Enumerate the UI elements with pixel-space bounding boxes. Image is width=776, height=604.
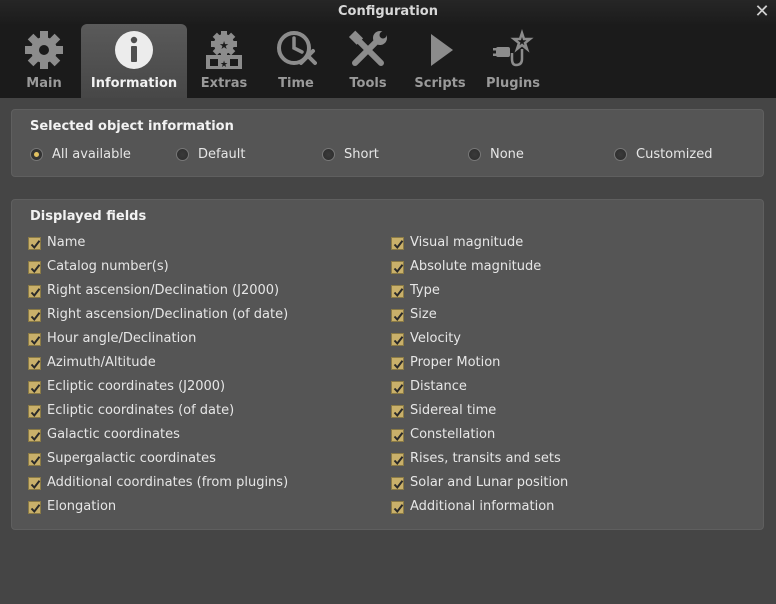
radio-indicator — [30, 148, 43, 161]
tab-label: Tools — [349, 76, 387, 91]
checkbox-label: Azimuth/Altitude — [47, 355, 156, 370]
checkbox-label: Velocity — [410, 331, 461, 346]
checkbox-indicator — [28, 333, 41, 346]
checkbox-label: Additional information — [410, 499, 555, 514]
checkbox-indicator — [391, 405, 404, 418]
clock-icon — [277, 31, 317, 65]
checkbox-label: Hour angle/Declination — [47, 331, 197, 346]
plugin-icon — [493, 29, 534, 67]
play-icon — [431, 34, 453, 66]
tab-label: Main — [26, 76, 62, 91]
checkbox-indicator — [391, 429, 404, 442]
checkbox-label: Supergalactic coordinates — [47, 451, 216, 466]
radio-label: Default — [198, 147, 246, 162]
close-icon[interactable]: ✕ — [752, 2, 772, 22]
checkbox-indicator — [28, 237, 41, 250]
checkbox-label: Proper Motion — [410, 355, 501, 370]
checkbox-label: Constellation — [410, 427, 496, 442]
checkbox-label: Rises, transits and sets — [410, 451, 561, 466]
radio-label: All available — [52, 147, 131, 162]
checkbox-label: Ecliptic coordinates (J2000) — [47, 379, 226, 394]
tab-time[interactable]: Time — [262, 24, 330, 98]
checkbox-indicator — [391, 381, 404, 394]
radio-indicator — [468, 148, 481, 161]
tab-tools[interactable]: Tools — [334, 24, 402, 98]
selected-info-title: Selected object information — [30, 119, 234, 134]
checkbox-indicator — [28, 405, 41, 418]
checkbox-label: Right ascension/Declination (of date) — [47, 307, 289, 322]
checkbox-indicator — [28, 285, 41, 298]
checkbox-indicator — [28, 453, 41, 466]
displayed-fields-group: Displayed fields Name Catalog number(s) Ri… — [11, 199, 764, 530]
checkbox-indicator — [391, 501, 404, 514]
checkbox-label: Sidereal time — [410, 403, 497, 418]
title-bar: Configuration ✕ — [0, 0, 776, 24]
checkbox-indicator — [28, 381, 41, 394]
checkbox-indicator — [391, 261, 404, 274]
checkbox-indicator — [28, 477, 41, 490]
checkbox-label: Visual magnitude — [410, 235, 524, 250]
svg-text:★: ★ — [220, 60, 228, 70]
checkbox-indicator — [28, 501, 41, 514]
tab-main[interactable]: Main — [8, 24, 80, 98]
tab-label: Information — [90, 76, 178, 91]
tab-label: Extras — [200, 76, 248, 91]
checkbox-label: Absolute magnitude — [410, 259, 542, 274]
checkbox-indicator — [28, 429, 41, 442]
radio-indicator — [322, 148, 335, 161]
checkbox-label: Additional coordinates (from plugins) — [47, 475, 289, 490]
checkbox-indicator — [28, 261, 41, 274]
tab-label: Plugins — [486, 76, 540, 91]
checkbox-indicator — [391, 333, 404, 346]
checkbox-indicator — [28, 309, 41, 322]
checkbox-indicator — [28, 357, 41, 370]
radio-indicator — [614, 148, 627, 161]
extras-icon: ★ ★ — [206, 31, 242, 70]
tab-information[interactable]: Information — [81, 24, 187, 98]
window-title: Configuration — [338, 4, 438, 19]
displayed-fields-title: Displayed fields — [30, 209, 147, 224]
checkbox-label: Galactic coordinates — [47, 427, 180, 442]
checkbox-label: Name — [47, 235, 86, 250]
checkbox-label: Distance — [410, 379, 467, 394]
checkbox-indicator — [391, 453, 404, 466]
checkbox-label: Size — [410, 307, 437, 322]
checkbox-indicator — [391, 309, 404, 322]
tools-icon — [348, 30, 387, 66]
checkbox-label: Type — [410, 283, 440, 298]
tab-label: Time — [278, 76, 314, 91]
checkbox-indicator — [391, 285, 404, 298]
checkbox-label: Solar and Lunar position — [410, 475, 569, 490]
tab-extras[interactable]: ★ ★ Extras — [190, 24, 258, 98]
checkbox-label: Elongation — [47, 499, 117, 514]
checkbox-indicator — [391, 237, 404, 250]
radio-label: Short — [344, 147, 379, 162]
tab-plugins[interactable]: Plugins — [478, 24, 548, 98]
checkbox-label: Right ascension/Declination (J2000) — [47, 283, 280, 298]
radio-indicator — [176, 148, 189, 161]
checkbox-indicator — [391, 477, 404, 490]
checkbox-label: Catalog number(s) — [47, 259, 169, 274]
checkbox-indicator — [391, 357, 404, 370]
tab-label: Scripts — [414, 76, 466, 91]
checkbox-label: Ecliptic coordinates (of date) — [47, 403, 235, 418]
gear-icon — [25, 31, 63, 69]
radio-label: Customized — [636, 147, 713, 162]
radio-label: None — [490, 147, 524, 162]
selected-info-group: Selected object information All availabl… — [11, 109, 764, 177]
svg-text:★: ★ — [219, 39, 229, 52]
info-icon — [115, 31, 153, 69]
tab-bar: Main Information ★ ★ Extras Time Tools S… — [0, 24, 776, 98]
tab-scripts[interactable]: Scripts — [406, 24, 474, 98]
